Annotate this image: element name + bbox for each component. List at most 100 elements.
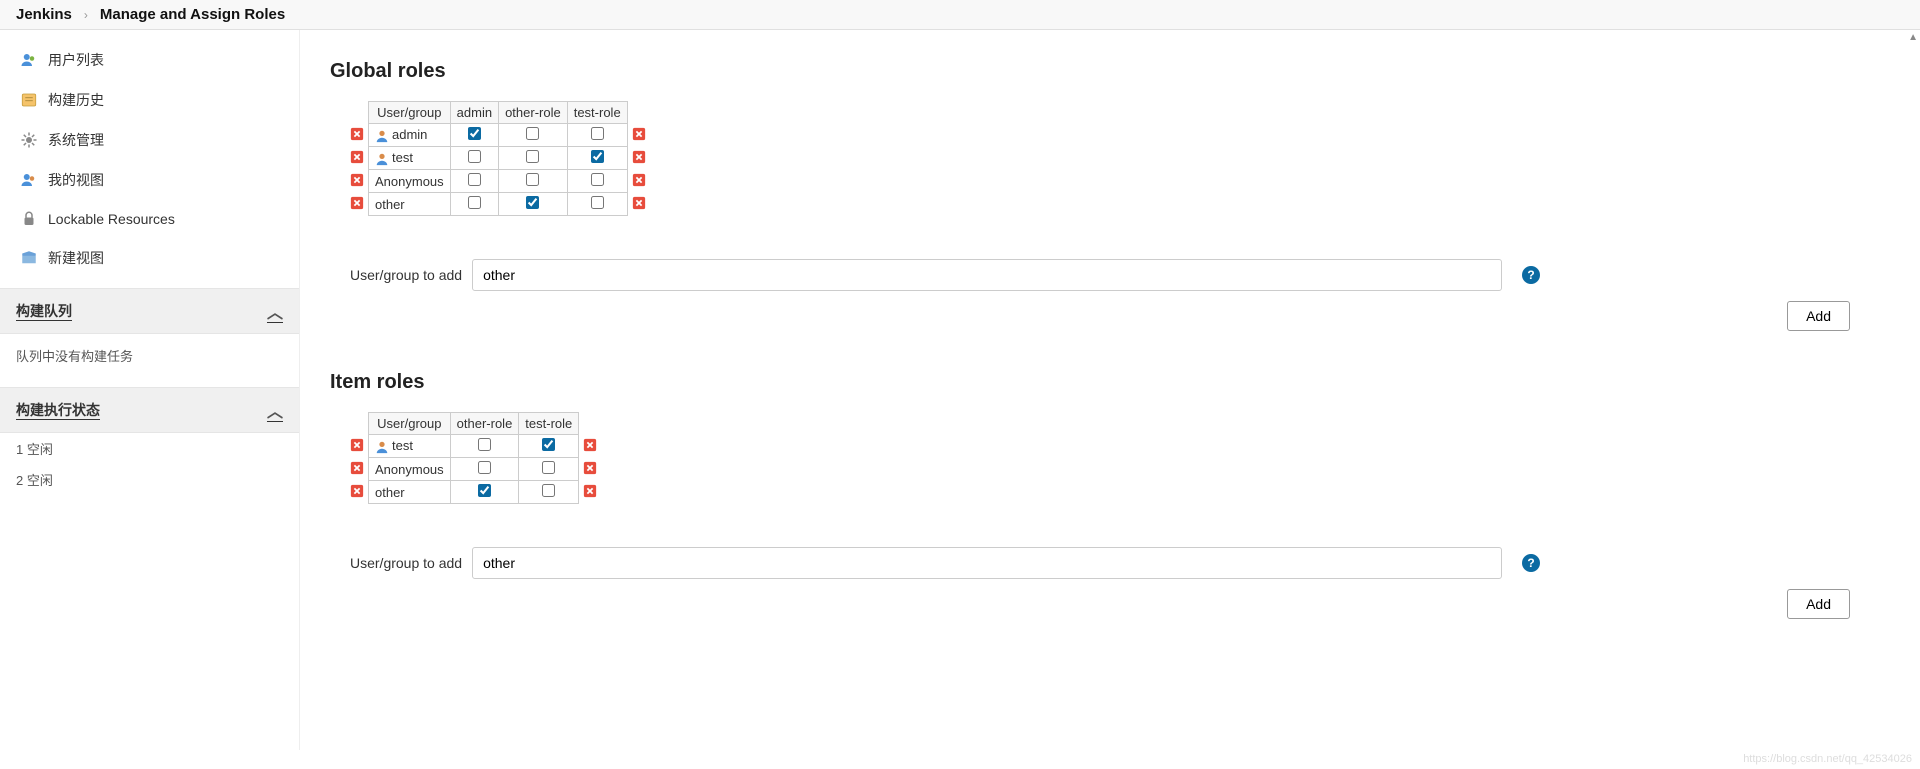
delete-icon[interactable] bbox=[583, 461, 597, 475]
sidebar-item-3[interactable]: 我的视图 bbox=[0, 160, 299, 200]
build-queue-title: 构建队列 bbox=[16, 301, 72, 321]
item-roles-checkbox[interactable] bbox=[478, 461, 491, 474]
build-queue-body: 队列中没有构建任务 bbox=[0, 334, 299, 377]
delete-icon[interactable] bbox=[350, 438, 364, 452]
global-roles-checkbox[interactable] bbox=[468, 150, 481, 163]
user-icon bbox=[375, 440, 389, 454]
item-roles-checkbox[interactable] bbox=[478, 438, 491, 451]
sidebar-item-label: 系统管理 bbox=[48, 130, 104, 150]
chevron-up-icon[interactable]: ︿ bbox=[267, 398, 283, 422]
build-queue-header[interactable]: 构建队列 ︿ bbox=[0, 288, 299, 334]
global-roles-checkbox[interactable] bbox=[468, 196, 481, 209]
global-roles-row: test bbox=[350, 147, 646, 170]
global-roles-checkbox[interactable] bbox=[591, 196, 604, 209]
delete-icon[interactable] bbox=[350, 484, 364, 498]
watermark: https://blog.csdn.net/qq_42534026 bbox=[1743, 753, 1912, 765]
breadcrumb-root[interactable]: Jenkins bbox=[16, 6, 72, 23]
global-roles-checkbox[interactable] bbox=[526, 150, 539, 163]
item-roles-checkbox[interactable] bbox=[478, 484, 491, 497]
global-roles-checkbox[interactable] bbox=[591, 127, 604, 140]
global-roles-checkbox[interactable] bbox=[468, 127, 481, 140]
lock-icon bbox=[20, 210, 38, 228]
item-roles-checkbox[interactable] bbox=[542, 438, 555, 451]
executors-title: 构建执行状态 bbox=[16, 400, 100, 420]
sidebar-item-label: 我的视图 bbox=[48, 170, 104, 190]
sidebar-item-0[interactable]: 用户列表 bbox=[0, 40, 299, 80]
global-add-input[interactable] bbox=[472, 259, 1502, 291]
item-roles-col-header: other-role bbox=[450, 413, 519, 435]
item-roles-row: Anonymous bbox=[350, 458, 597, 481]
global-roles-section: Global roles User/groupadminother-rolete… bbox=[330, 60, 1890, 331]
user-icon bbox=[375, 129, 389, 143]
delete-icon[interactable] bbox=[632, 196, 646, 210]
user-icon bbox=[375, 152, 389, 166]
item-roles-row-name: test bbox=[369, 435, 451, 458]
sidebar-item-4[interactable]: Lockable Resources bbox=[0, 200, 299, 238]
delete-icon[interactable] bbox=[350, 150, 364, 164]
sidebar-item-1[interactable]: 构建历史 bbox=[0, 80, 299, 120]
global-add-button[interactable]: Add bbox=[1787, 301, 1850, 331]
sidebar: 用户列表构建历史系统管理我的视图 Lockable Resources 新建视图 构… bbox=[0, 30, 300, 750]
main-content: ▲ Global roles User/groupadminother-role… bbox=[300, 30, 1920, 750]
item-roles-col-header: test-role bbox=[519, 413, 579, 435]
delete-icon[interactable] bbox=[350, 196, 364, 210]
global-roles-title: Global roles bbox=[330, 60, 1890, 83]
global-roles-checkbox[interactable] bbox=[526, 173, 539, 186]
item-add-input[interactable] bbox=[472, 547, 1502, 579]
breadcrumb-separator: › bbox=[84, 8, 88, 22]
global-roles-row: other bbox=[350, 193, 646, 216]
global-roles-row-name: test bbox=[369, 147, 451, 170]
delete-icon[interactable] bbox=[350, 127, 364, 141]
sidebar-item-label: Lockable Resources bbox=[48, 211, 175, 227]
item-roles-row: other bbox=[350, 481, 597, 504]
delete-icon[interactable] bbox=[350, 173, 364, 187]
global-roles-col-header: User/group bbox=[369, 102, 451, 124]
sidebar-item-2[interactable]: 系统管理 bbox=[0, 120, 299, 160]
item-roles-checkbox[interactable] bbox=[542, 484, 555, 497]
global-roles-row-name: admin bbox=[369, 124, 451, 147]
global-roles-row: admin bbox=[350, 124, 646, 147]
new-view-icon bbox=[20, 249, 38, 267]
global-roles-col-header: test-role bbox=[567, 102, 627, 124]
global-roles-col-header: admin bbox=[450, 102, 498, 124]
global-roles-row: Anonymous bbox=[350, 170, 646, 193]
global-roles-row-name: other bbox=[369, 193, 451, 216]
chevron-up-icon[interactable]: ︿ bbox=[267, 299, 283, 323]
global-roles-checkbox[interactable] bbox=[468, 173, 481, 186]
global-roles-checkbox[interactable] bbox=[526, 196, 539, 209]
item-roles-checkbox[interactable] bbox=[542, 461, 555, 474]
item-add-button[interactable]: Add bbox=[1787, 589, 1850, 619]
delete-icon[interactable] bbox=[350, 461, 364, 475]
item-roles-col-header: User/group bbox=[369, 413, 451, 435]
scroll-up-icon[interactable]: ▲ bbox=[1908, 32, 1918, 43]
breadcrumb-current[interactable]: Manage and Assign Roles bbox=[100, 6, 285, 23]
breadcrumb: Jenkins › Manage and Assign Roles bbox=[0, 0, 1920, 30]
global-roles-checkbox[interactable] bbox=[591, 173, 604, 186]
item-roles-title: Item roles bbox=[330, 371, 1890, 394]
sidebar-item-5[interactable]: 新建视图 bbox=[0, 238, 299, 278]
help-icon[interactable]: ? bbox=[1522, 554, 1540, 572]
global-roles-checkbox[interactable] bbox=[591, 150, 604, 163]
executor-row: 2 空闲 bbox=[0, 464, 299, 495]
item-roles-table: User/groupother-roletest-role testAnonymo… bbox=[350, 412, 597, 504]
views-icon bbox=[20, 171, 38, 189]
item-add-label: User/group to add bbox=[350, 555, 462, 571]
delete-icon[interactable] bbox=[583, 438, 597, 452]
item-roles-row: test bbox=[350, 435, 597, 458]
history-icon bbox=[20, 91, 38, 109]
delete-icon[interactable] bbox=[632, 173, 646, 187]
executors-header[interactable]: 构建执行状态 ︿ bbox=[0, 387, 299, 433]
users-icon bbox=[20, 51, 38, 69]
gear-icon bbox=[20, 131, 38, 149]
delete-icon[interactable] bbox=[632, 127, 646, 141]
sidebar-item-label: 新建视图 bbox=[48, 248, 104, 268]
delete-icon[interactable] bbox=[632, 150, 646, 164]
global-roles-checkbox[interactable] bbox=[526, 127, 539, 140]
help-icon[interactable]: ? bbox=[1522, 266, 1540, 284]
sidebar-item-label: 用户列表 bbox=[48, 50, 104, 70]
global-roles-table: User/groupadminother-roletest-roleadmint… bbox=[350, 101, 646, 216]
global-add-label: User/group to add bbox=[350, 267, 462, 283]
executor-row: 1 空闲 bbox=[0, 433, 299, 464]
delete-icon[interactable] bbox=[583, 484, 597, 498]
item-roles-section: Item roles User/groupother-roletest-role… bbox=[330, 371, 1890, 619]
